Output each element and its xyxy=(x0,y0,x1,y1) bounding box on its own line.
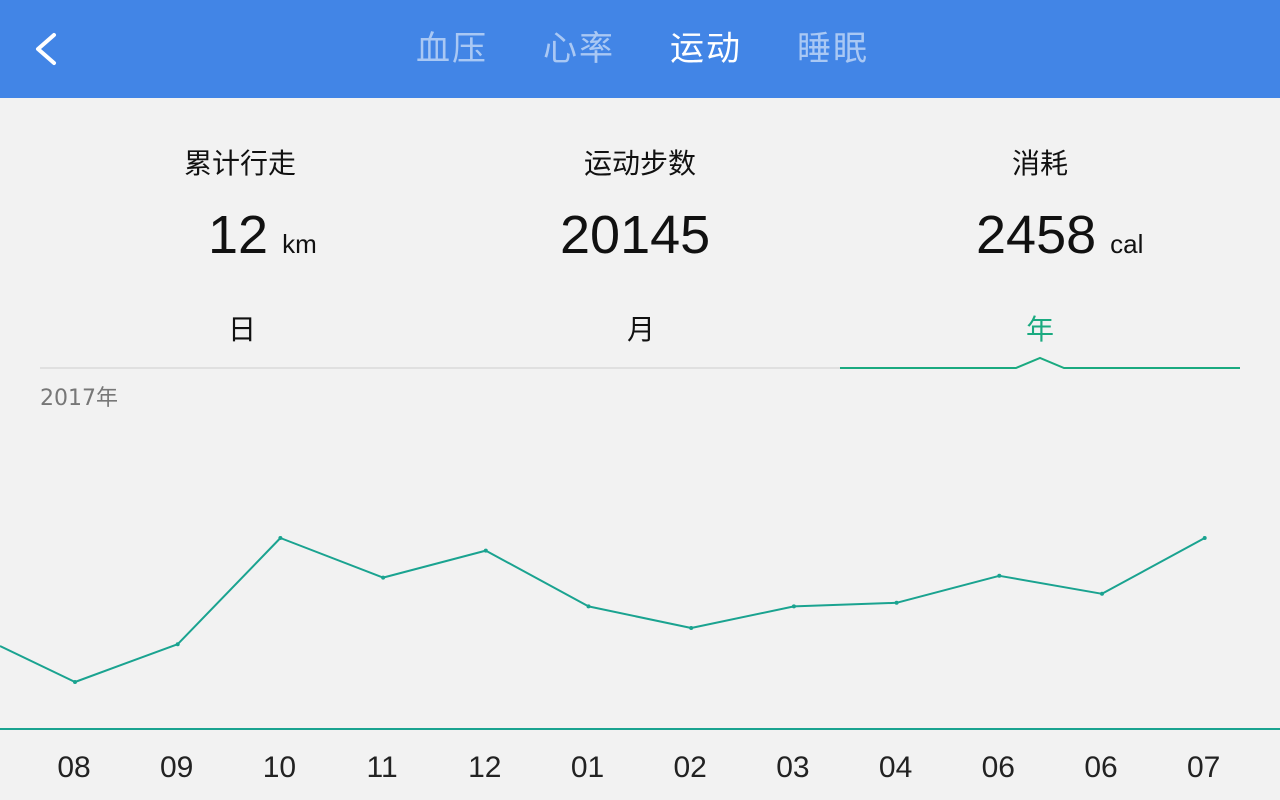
data-point-1 xyxy=(175,642,180,647)
calories-value: 2458 cal xyxy=(976,200,1143,279)
distance-value: 12 km xyxy=(208,200,317,279)
x-tick-label: 10 xyxy=(263,751,296,784)
distance-unit: km xyxy=(282,229,317,259)
x-tick-label: 03 xyxy=(776,751,809,784)
year-label: 2017年 xyxy=(40,386,118,411)
active-tab-indicator xyxy=(840,356,1240,369)
data-point-8 xyxy=(894,600,899,605)
distance-label: 累计行走 xyxy=(183,147,297,180)
x-tick-label: 06 xyxy=(982,751,1015,784)
x-tick-label: 06 xyxy=(1084,751,1117,784)
data-point-9 xyxy=(997,573,1002,578)
data-point-0 xyxy=(73,680,77,684)
header-bar: 血压 心率 运动 睡眠 xyxy=(0,0,1280,98)
steps-value: 20145 xyxy=(560,200,710,270)
tab-heart-rate[interactable]: 心率 xyxy=(543,26,615,72)
data-point-10 xyxy=(1100,591,1104,596)
tab-blood-pressure[interactable]: 血压 xyxy=(416,26,488,72)
series-line xyxy=(0,537,1206,683)
steps-line-chart: 08 09 10 11 12 01 02 03 04 06 06 07 xyxy=(0,536,1280,784)
data-point-7 xyxy=(791,604,796,609)
x-tick-label: 01 xyxy=(571,751,604,784)
x-tick-label: 08 xyxy=(57,751,90,784)
x-tick-label: 09 xyxy=(160,751,193,784)
data-point-6 xyxy=(689,626,694,630)
category-tabs: 血压 心率 运动 睡眠 xyxy=(0,0,1280,98)
x-tick-label: 04 xyxy=(879,751,912,784)
tab-divider xyxy=(40,367,840,369)
tab-month[interactable]: 月 xyxy=(627,312,655,348)
data-point-5 xyxy=(586,604,591,609)
tab-exercise[interactable]: 运动 xyxy=(670,26,742,72)
x-tick-label: 12 xyxy=(468,751,501,784)
steps-label: 运动步数 xyxy=(583,147,697,180)
calories-unit: cal xyxy=(1110,229,1144,259)
steps-number: 20145 xyxy=(560,205,711,265)
tab-day[interactable]: 日 xyxy=(228,312,256,348)
data-point-3 xyxy=(381,575,386,580)
x-tick-label: 02 xyxy=(674,751,707,784)
tab-year[interactable]: 年 xyxy=(1026,312,1054,348)
data-point-11 xyxy=(1202,536,1207,540)
data-point-4 xyxy=(483,548,488,553)
x-tick-label: 11 xyxy=(367,751,398,784)
x-tick-label: 07 xyxy=(1187,751,1220,784)
distance-number: 12 xyxy=(208,205,269,265)
calories-number: 2458 xyxy=(976,205,1097,265)
calories-label: 消耗 xyxy=(1011,147,1069,180)
tab-sleep[interactable]: 睡眠 xyxy=(797,26,869,72)
data-point-2 xyxy=(278,536,283,540)
